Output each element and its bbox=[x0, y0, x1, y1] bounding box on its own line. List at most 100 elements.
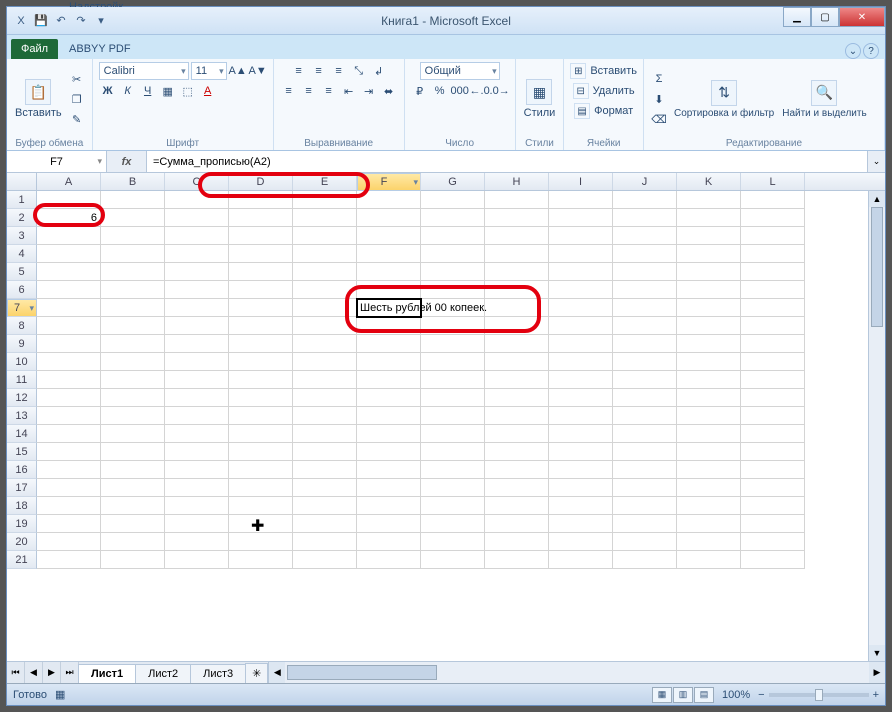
cell-B6[interactable] bbox=[101, 281, 165, 299]
cell-G2[interactable] bbox=[421, 209, 485, 227]
cell-H21[interactable] bbox=[485, 551, 549, 569]
cell-K8[interactable] bbox=[677, 317, 741, 335]
cell-J5[interactable] bbox=[613, 263, 677, 281]
cells-format-button[interactable]: ▤Формат bbox=[574, 102, 633, 120]
cell-G3[interactable] bbox=[421, 227, 485, 245]
cell-C18[interactable] bbox=[165, 497, 229, 515]
row-header-16[interactable]: 16 bbox=[7, 461, 37, 479]
align-top-button[interactable]: ≡ bbox=[290, 62, 308, 80]
cell-G19[interactable] bbox=[421, 515, 485, 533]
font-size-select[interactable]: 11 bbox=[191, 62, 227, 80]
cell-D16[interactable] bbox=[229, 461, 293, 479]
cell-D15[interactable] bbox=[229, 443, 293, 461]
cell-F3[interactable] bbox=[357, 227, 421, 245]
view-normal-button[interactable]: ▦ bbox=[652, 687, 672, 703]
brush-button[interactable]: ✎ bbox=[68, 110, 86, 128]
cell-L13[interactable] bbox=[741, 407, 805, 425]
cell-C5[interactable] bbox=[165, 263, 229, 281]
cell-K5[interactable] bbox=[677, 263, 741, 281]
cell-F15[interactable] bbox=[357, 443, 421, 461]
cell-F12[interactable] bbox=[357, 389, 421, 407]
row-header-18[interactable]: 18 bbox=[7, 497, 37, 515]
cell-D10[interactable] bbox=[229, 353, 293, 371]
cell-L8[interactable] bbox=[741, 317, 805, 335]
cell-H3[interactable] bbox=[485, 227, 549, 245]
vertical-scrollbar[interactable]: ▲ ▼ bbox=[868, 191, 885, 661]
cell-E5[interactable] bbox=[293, 263, 357, 281]
comma-button[interactable]: 000 bbox=[451, 82, 469, 100]
cell-E20[interactable] bbox=[293, 533, 357, 551]
cell-H2[interactable] bbox=[485, 209, 549, 227]
row-header-5[interactable]: 5 bbox=[7, 263, 37, 281]
cell-D14[interactable] bbox=[229, 425, 293, 443]
cell-G21[interactable] bbox=[421, 551, 485, 569]
copy-button[interactable]: ❐ bbox=[68, 90, 86, 108]
cell-D2[interactable] bbox=[229, 209, 293, 227]
cell-E4[interactable] bbox=[293, 245, 357, 263]
cell-L2[interactable] bbox=[741, 209, 805, 227]
cell-B16[interactable] bbox=[101, 461, 165, 479]
cell-L5[interactable] bbox=[741, 263, 805, 281]
cell-I15[interactable] bbox=[549, 443, 613, 461]
align-right-button[interactable]: ≡ bbox=[320, 82, 338, 100]
cell-B2[interactable] bbox=[101, 209, 165, 227]
vscroll-thumb[interactable] bbox=[871, 207, 883, 327]
align-bot-button[interactable]: ≡ bbox=[330, 62, 348, 80]
styles-button[interactable]: ▦ Стили bbox=[522, 77, 558, 121]
cell-I12[interactable] bbox=[549, 389, 613, 407]
cell-C11[interactable] bbox=[165, 371, 229, 389]
cell-F7[interactable]: Шесть рублей 00 копеек. bbox=[357, 299, 421, 317]
cell-G12[interactable] bbox=[421, 389, 485, 407]
new-sheet-button[interactable]: ✳ bbox=[245, 663, 268, 683]
cell-K10[interactable] bbox=[677, 353, 741, 371]
cell-E1[interactable] bbox=[293, 191, 357, 209]
cell-J1[interactable] bbox=[613, 191, 677, 209]
underline-button[interactable]: Ч bbox=[139, 82, 157, 100]
formula-input[interactable]: =Сумма_прописью(A2) bbox=[147, 151, 867, 172]
cell-F1[interactable] bbox=[357, 191, 421, 209]
close-button[interactable]: ✕ bbox=[839, 7, 885, 27]
row-header-11[interactable]: 11 bbox=[7, 371, 37, 389]
cell-I17[interactable] bbox=[549, 479, 613, 497]
cell-H15[interactable] bbox=[485, 443, 549, 461]
cell-K3[interactable] bbox=[677, 227, 741, 245]
tab-abbyy pdf[interactable]: ABBYY PDF bbox=[60, 38, 140, 59]
cell-L6[interactable] bbox=[741, 281, 805, 299]
cell-I5[interactable] bbox=[549, 263, 613, 281]
cell-B18[interactable] bbox=[101, 497, 165, 515]
cell-K2[interactable] bbox=[677, 209, 741, 227]
cell-G8[interactable] bbox=[421, 317, 485, 335]
zoom-thumb[interactable] bbox=[815, 689, 823, 701]
hscroll-thumb[interactable] bbox=[287, 665, 437, 680]
cell-J2[interactable] bbox=[613, 209, 677, 227]
cell-J10[interactable] bbox=[613, 353, 677, 371]
minimize-button[interactable]: ▁ bbox=[783, 7, 811, 27]
cell-H10[interactable] bbox=[485, 353, 549, 371]
cell-D18[interactable] bbox=[229, 497, 293, 515]
cell-L9[interactable] bbox=[741, 335, 805, 353]
cell-A14[interactable] bbox=[37, 425, 101, 443]
sheet-tab-Лист3[interactable]: Лист3 bbox=[190, 664, 246, 683]
cell-J6[interactable] bbox=[613, 281, 677, 299]
cell-F18[interactable] bbox=[357, 497, 421, 515]
cell-J15[interactable] bbox=[613, 443, 677, 461]
cell-B17[interactable] bbox=[101, 479, 165, 497]
cell-E8[interactable] bbox=[293, 317, 357, 335]
cell-C6[interactable] bbox=[165, 281, 229, 299]
zoom-slider[interactable] bbox=[769, 693, 869, 697]
cell-B14[interactable] bbox=[101, 425, 165, 443]
font-color-button[interactable]: A bbox=[199, 82, 217, 100]
cell-E9[interactable] bbox=[293, 335, 357, 353]
row-header-14[interactable]: 14 bbox=[7, 425, 37, 443]
cell-I3[interactable] bbox=[549, 227, 613, 245]
cell-L11[interactable] bbox=[741, 371, 805, 389]
cell-E17[interactable] bbox=[293, 479, 357, 497]
cell-H1[interactable] bbox=[485, 191, 549, 209]
redo-icon[interactable]: ↷ bbox=[73, 13, 89, 29]
cell-I11[interactable] bbox=[549, 371, 613, 389]
cell-G1[interactable] bbox=[421, 191, 485, 209]
cell-C14[interactable] bbox=[165, 425, 229, 443]
cell-C15[interactable] bbox=[165, 443, 229, 461]
cell-J20[interactable] bbox=[613, 533, 677, 551]
cell-I18[interactable] bbox=[549, 497, 613, 515]
